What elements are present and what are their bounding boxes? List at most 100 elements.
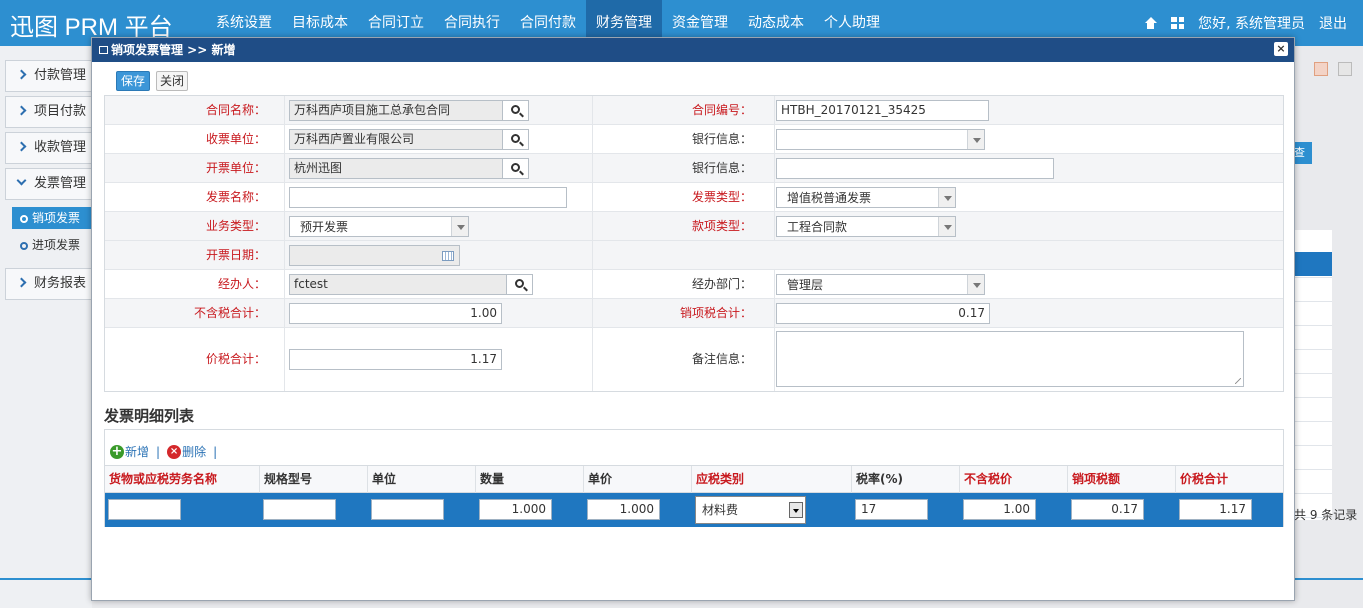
sidebar: 付款管理 项目付款 收款管理 发票管理 销项发票 进项发票 财务报表 <box>0 46 92 608</box>
pre-tax-total-input[interactable]: 1.00 <box>289 303 502 324</box>
output-tax-total-input[interactable]: 0.17 <box>776 303 990 324</box>
close-tab-icon[interactable] <box>1314 62 1328 76</box>
contract-name-input[interactable]: 万科西庐项目施工总承包合同 <box>289 100 503 121</box>
modal-title: 销项发票管理 >> 新增 <box>111 43 236 57</box>
detail-section-title: 发票明细列表 <box>104 407 195 425</box>
delete-icon: × <box>167 444 182 459</box>
sidebar-item-invoice-mgmt[interactable]: 发票管理 <box>5 168 92 200</box>
payment-type-value: 工程合同款 <box>787 220 848 234</box>
pre-tax-price-input[interactable]: 1.00 <box>963 499 1036 520</box>
handler-label: 经办人： <box>105 270 285 298</box>
output-tax-input[interactable]: 0.17 <box>1071 499 1144 520</box>
department-select[interactable]: 管理层 <box>776 274 985 295</box>
payee-input[interactable]: 万科西庐置业有限公司 <box>289 129 503 150</box>
form-row: 价税合计： 1.17 备注信息： <box>105 328 1283 391</box>
tax-incl-total-cell-input[interactable]: 1.17 <box>1179 499 1252 520</box>
window-icon <box>99 46 108 54</box>
form-row: 开票日期： <box>105 241 1283 270</box>
remarks-textarea[interactable] <box>776 331 1244 387</box>
business-type-select[interactable]: 预开发票 <box>289 216 469 237</box>
sidebar-item-label: 项目付款 <box>34 104 87 119</box>
quantity-input[interactable]: 1.000 <box>479 499 552 520</box>
table-row[interactable]: 1.000 1.000 材料费 17 1.00 0.17 1.17 <box>105 493 1283 527</box>
grid-icon[interactable] <box>1171 17 1185 29</box>
column-header: 销项税额 <box>1068 466 1176 493</box>
invoice-name-input[interactable] <box>289 187 567 208</box>
add-row-button[interactable]: + 新增 <box>110 443 149 460</box>
issue-date-input[interactable] <box>289 245 460 266</box>
sidebar-item-label: 付款管理 <box>34 68 87 83</box>
column-header: 货物或应税劳务名称 <box>105 466 260 493</box>
invoice-type-select[interactable]: 增值税普通发票 <box>776 187 956 208</box>
sidebar-item-project-payment[interactable]: 项目付款 <box>5 96 92 128</box>
department-value: 管理层 <box>787 278 824 292</box>
tax-category-select[interactable]: 材料费 <box>695 496 806 524</box>
column-header: 单位 <box>368 466 476 493</box>
goods-name-input[interactable] <box>108 499 181 520</box>
unit-price-input[interactable]: 1.000 <box>587 499 660 520</box>
bank-info-input[interactable] <box>776 158 1054 179</box>
modal-toolbar: 保存 关闭 <box>116 71 189 91</box>
chevron-down-icon[interactable] <box>967 130 984 149</box>
sidebar-subitem-label: 销项发票 <box>32 211 81 225</box>
logout-link[interactable]: 退出 <box>1319 13 1347 33</box>
sidebar-item-finance-reports[interactable]: 财务报表 <box>5 268 92 300</box>
payment-type-select[interactable]: 工程合同款 <box>776 216 956 237</box>
tax-rate-input[interactable]: 17 <box>855 499 928 520</box>
tax-incl-total-input[interactable]: 1.17 <box>289 349 502 370</box>
delete-row-button[interactable]: × 删除 <box>167 443 206 460</box>
spec-input[interactable] <box>263 499 336 520</box>
form-row: 开票单位： 杭州迅图 银行信息： <box>105 154 1283 183</box>
form-row: 合同名称： 万科西庐项目施工总承包合同 合同编号： HTBH_20170121_… <box>105 96 1283 125</box>
payment-type-label: 款项类型： <box>592 212 775 240</box>
issuer-search-button[interactable] <box>502 158 529 179</box>
contract-search-button[interactable] <box>502 100 529 121</box>
column-header: 税率(%) <box>852 466 960 493</box>
sidebar-subitem-input-invoice[interactable]: 进项发票 <box>12 234 92 256</box>
sidebar-item-payment-mgmt[interactable]: 付款管理 <box>5 60 92 92</box>
handler-input[interactable]: fctest <box>289 274 507 295</box>
payee-search-button[interactable] <box>502 129 529 150</box>
bank-info-select[interactable] <box>776 129 985 150</box>
invoice-type-value: 增值税普通发票 <box>787 191 872 205</box>
bank-info-label: 银行信息： <box>592 154 775 182</box>
pre-tax-total-label: 不含税合计： <box>105 299 285 327</box>
search-icon <box>511 163 520 172</box>
arrow-right-icon[interactable] <box>1338 62 1352 76</box>
sidebar-subitem-label: 进项发票 <box>32 238 81 252</box>
payee-label: 收票单位： <box>105 125 285 153</box>
department-label: 经办部门： <box>592 270 775 298</box>
save-button[interactable]: 保存 <box>116 71 151 91</box>
home-icon[interactable] <box>1144 17 1158 29</box>
chevron-down-icon <box>967 275 984 294</box>
sidebar-item-receipt-mgmt[interactable]: 收款管理 <box>5 132 92 164</box>
unit-input[interactable] <box>371 499 444 520</box>
modal-header: 销项发票管理 >> 新增 × <box>92 38 1294 62</box>
sidebar-subitem-output-invoice[interactable]: 销项发票 <box>12 207 92 229</box>
search-icon <box>515 279 524 288</box>
handler-search-button[interactable] <box>506 274 533 295</box>
separator: | <box>213 444 218 459</box>
modal-close-icon[interactable]: × <box>1274 42 1288 56</box>
issuer-input[interactable]: 杭州迅图 <box>289 158 503 179</box>
issue-date-label: 开票日期： <box>105 241 285 269</box>
contract-no-input[interactable]: HTBH_20170121_35425 <box>776 100 989 121</box>
separator: | <box>156 444 161 459</box>
column-header: 应税类别 <box>692 466 852 493</box>
chevron-right-icon <box>16 277 27 288</box>
search-icon <box>511 134 520 143</box>
form-row: 不含税合计： 1.00 销项税合计： 0.17 <box>105 299 1283 328</box>
column-header: 数量 <box>476 466 584 493</box>
bank-info-label: 银行信息： <box>592 125 775 153</box>
sidebar-item-label: 财务报表 <box>34 276 87 291</box>
circle-arrow-icon <box>20 242 28 250</box>
record-count: 共 9 条记录 <box>1294 508 1358 522</box>
query-button[interactable]: 查询 <box>1294 142 1312 164</box>
delete-row-label: 删除 <box>182 445 207 459</box>
search-icon <box>511 105 520 114</box>
close-button[interactable]: 关闭 <box>156 71 189 91</box>
chevron-right-icon <box>16 69 27 80</box>
column-divider <box>592 241 593 269</box>
resize-grip-icon[interactable] <box>1235 378 1241 384</box>
contract-name-label: 合同名称： <box>105 96 285 124</box>
